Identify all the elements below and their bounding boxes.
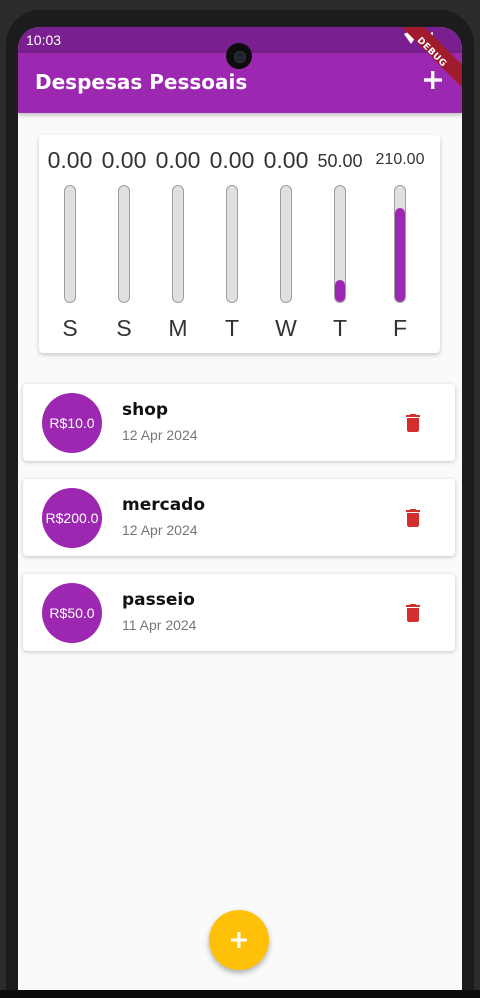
chart-day-label: T xyxy=(224,315,240,341)
transaction-card: R$200.0 mercado 12 Apr 2024 xyxy=(23,479,455,556)
transaction-card: R$50.0 passeio 11 Apr 2024 xyxy=(23,574,455,651)
transaction-title: mercado xyxy=(122,495,206,515)
transaction-title: shop xyxy=(122,400,169,420)
chart-day-label: T xyxy=(332,315,348,341)
chart-day-label: F xyxy=(392,315,408,341)
nav-bar-strip xyxy=(0,990,480,998)
transaction-date: 12 Apr 2024 xyxy=(122,522,198,538)
page-title: Despesas Pessoais xyxy=(35,70,248,94)
transaction-title: passeio xyxy=(122,590,195,610)
chart-bar-track xyxy=(64,185,76,303)
chart-bar-column: 0.00 M xyxy=(151,135,205,353)
chart-day-label: M xyxy=(168,315,188,341)
amount-avatar: R$10.0 xyxy=(42,393,102,453)
chart-day-label: S xyxy=(62,315,78,341)
add-transaction-fab[interactable] xyxy=(209,910,269,970)
chart-bar xyxy=(395,208,405,302)
app-screen: 10:03 DEBUG Despesas Pessoais 0.00 S 0.00 S… xyxy=(18,27,462,993)
transaction-card: R$10.0 shop 12 Apr 2024 xyxy=(23,384,455,461)
chart-bar-track xyxy=(172,185,184,303)
chart-bar-value-label: 0.00 xyxy=(263,147,309,173)
chart-bar-track xyxy=(280,185,292,303)
amount-avatar: R$200.0 xyxy=(42,488,102,548)
chart-bar-value-label: 50.00 xyxy=(317,151,363,171)
amount-label: R$50.0 xyxy=(49,605,95,621)
chart-bar-column: 0.00 S xyxy=(97,135,151,353)
chart-bar-column: 210.00 F xyxy=(373,135,427,353)
chart-bar-column: 0.00 S xyxy=(43,135,97,353)
front-camera xyxy=(226,43,252,69)
trash-icon[interactable] xyxy=(401,506,425,530)
chart-bar-value-label: 0.00 xyxy=(209,147,255,173)
chart-bar-track xyxy=(226,185,238,303)
plus-icon xyxy=(231,932,247,948)
weekly-chart-card: 0.00 S 0.00 S 0.00 M 0.00 T 0.00 W 50.00 T 210.00 F xyxy=(39,135,440,353)
chart-bar-value-label: 0.00 xyxy=(47,147,93,173)
transaction-date: 12 Apr 2024 xyxy=(122,427,198,443)
chart-day-label: S xyxy=(116,315,132,341)
status-time: 10:03 xyxy=(26,32,62,48)
chart-bar-track xyxy=(394,185,406,303)
trash-icon[interactable] xyxy=(401,411,425,435)
amount-label: R$10.0 xyxy=(49,415,95,431)
amount-label: R$200.0 xyxy=(45,510,99,526)
chart-bar-value-label: 0.00 xyxy=(155,147,201,173)
transaction-date: 11 Apr 2024 xyxy=(122,617,197,633)
chart-bar-column: 50.00 T xyxy=(313,135,367,353)
chart-bar-column: 0.00 W xyxy=(259,135,313,353)
chart-day-label: W xyxy=(275,315,297,341)
chart-bar-track xyxy=(118,185,130,303)
chart-bar-value-label: 210.00 xyxy=(375,151,425,168)
chart-bar-track xyxy=(334,185,346,303)
chart-bar xyxy=(335,279,345,302)
amount-avatar: R$50.0 xyxy=(42,583,102,643)
trash-icon[interactable] xyxy=(401,601,425,625)
chart-bar-column: 0.00 T xyxy=(205,135,259,353)
chart-bar-value-label: 0.00 xyxy=(101,147,147,173)
phone-frame: 10:03 DEBUG Despesas Pessoais 0.00 S 0.00 S… xyxy=(0,0,480,998)
